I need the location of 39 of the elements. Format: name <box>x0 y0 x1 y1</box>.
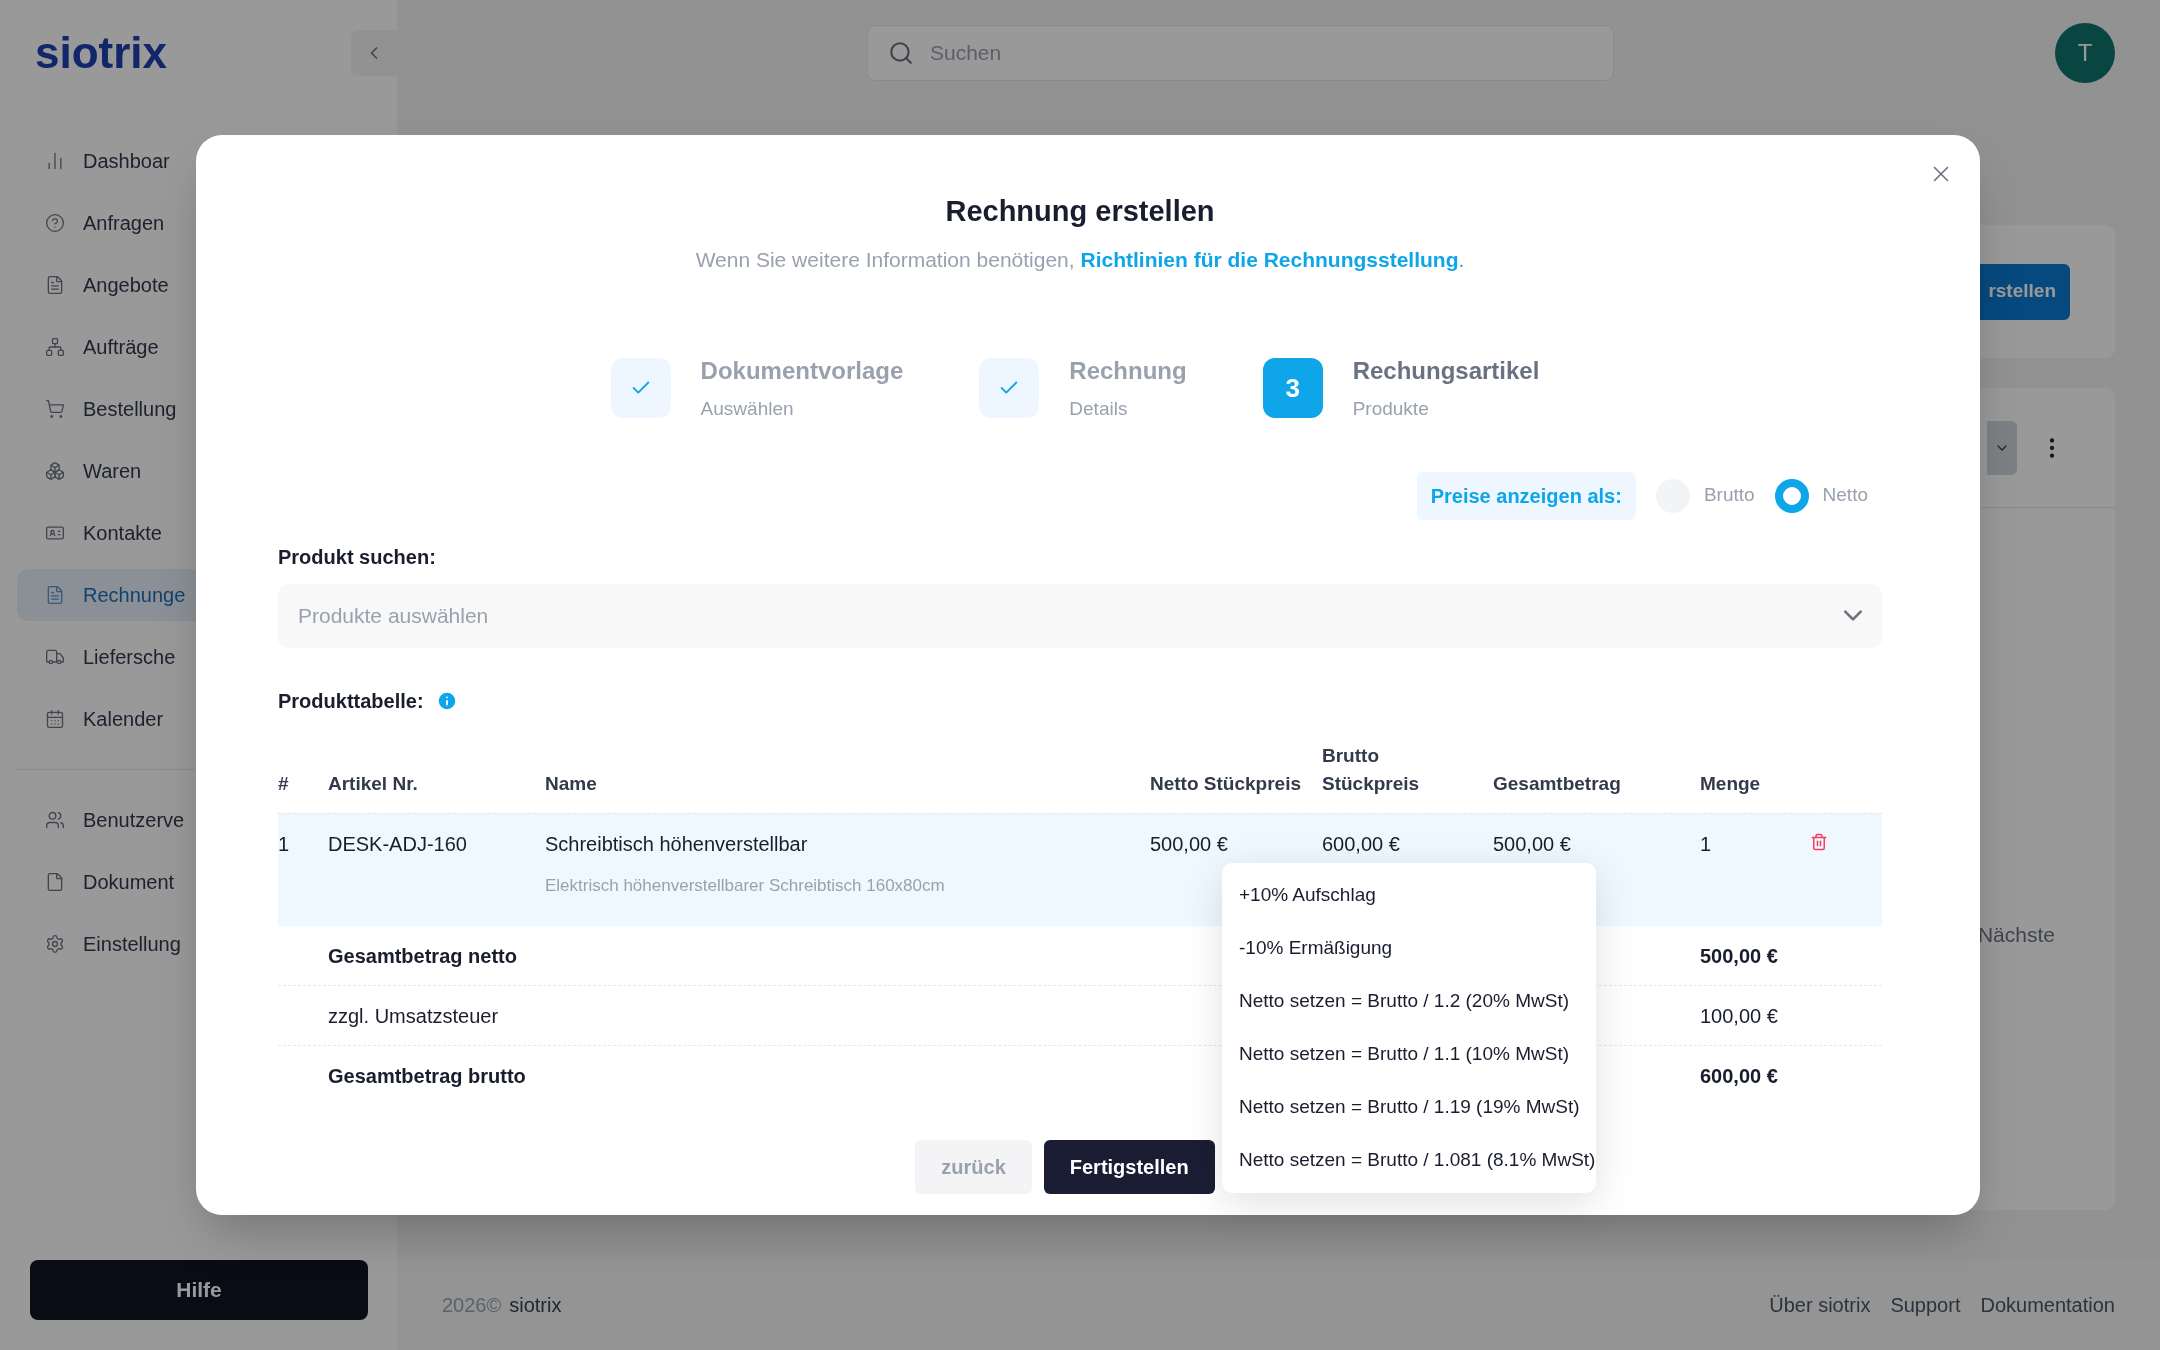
subtitle-period: . <box>1458 247 1465 271</box>
summary-value: 100,00 € <box>1700 1003 1779 1029</box>
dialog-subtitle: Wenn Sie weitere Information benötigen, <box>695 247 1076 271</box>
step-subtitle: Produkte <box>1352 397 1430 421</box>
column-header: Artikel Nr. <box>328 772 419 796</box>
summary-label: zzgl. Umsatzsteuer <box>328 1003 499 1029</box>
field-label: Produkt suchen: <box>278 544 437 570</box>
column-header: # <box>278 772 290 796</box>
radio-label: Brutto <box>1703 483 1755 508</box>
summary-value: 600,00 € <box>1700 1064 1779 1089</box>
step-title: Rechungsartikel <box>1352 356 1540 386</box>
section-label: Produkttabelle: <box>278 688 424 714</box>
table-cell-text: 500,00 € <box>1493 831 1572 857</box>
step-indicator: 3 <box>1262 358 1323 419</box>
logo: siotrix <box>34 26 168 79</box>
column-header: Name <box>545 772 598 796</box>
table-cell-text: 1 <box>1700 831 1713 857</box>
summary-label: Gesamtbetrag netto <box>328 943 517 969</box>
column-header: Menge <box>1700 772 1762 796</box>
column-header: Brutto Stückpreis <box>1322 743 1421 796</box>
table-cell-text: DESK-ADJ-160 <box>328 831 468 857</box>
summary-value: 500,00 € <box>1700 943 1779 969</box>
dialog-title: Rechnung erstellen <box>945 194 1215 229</box>
table-cell-text: 600,00 € <box>1322 831 1401 857</box>
column-header: Gesamtbetrag <box>1493 772 1622 796</box>
step-title: Rechnung <box>1069 356 1187 386</box>
item-description: Elektrisch höhenverstellbarer Schreibtisch 160x80cm <box>545 874 946 897</box>
step-subtitle: Details <box>1069 397 1129 421</box>
copyright-year: 2026© <box>442 1293 502 1318</box>
table-cell-text: Schreibtisch höhenverstellbar <box>545 831 809 857</box>
summary-label: Gesamtbetrag brutto <box>328 1064 526 1089</box>
step-title: Dokumentvorlage <box>700 356 904 386</box>
price-mode-label: Preise anzeigen als: <box>1416 471 1636 520</box>
step-subtitle: Auswählen <box>700 397 795 421</box>
table-cell-text: 1 <box>278 831 291 857</box>
column-header: Netto Stückpreis <box>1150 772 1302 796</box>
footer-brand: siotrix <box>509 1293 562 1318</box>
radio-label: Netto <box>1822 483 1868 508</box>
table-cell-text: 500,00 € <box>1150 831 1229 857</box>
